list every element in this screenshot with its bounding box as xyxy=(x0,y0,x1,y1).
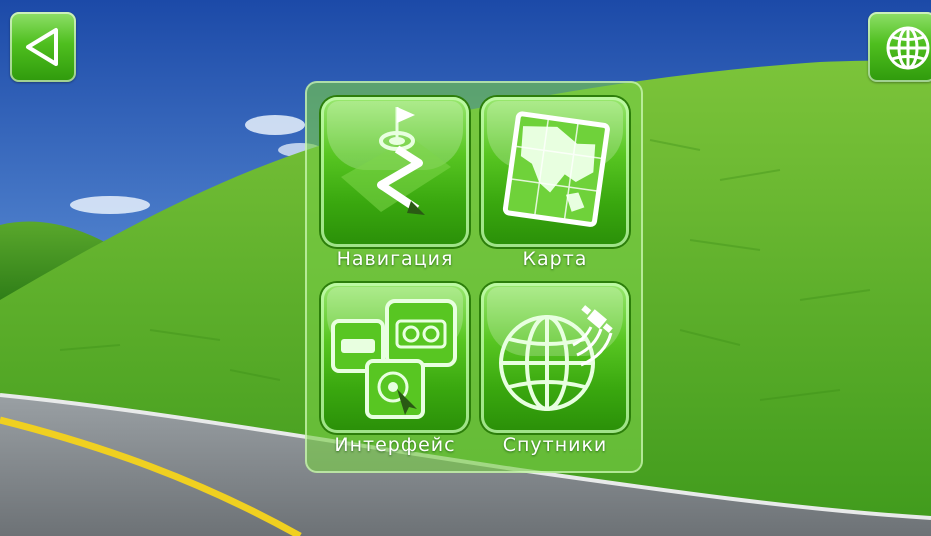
map-button[interactable] xyxy=(481,97,629,247)
navigation-button[interactable] xyxy=(321,97,469,247)
satellite-globe-icon xyxy=(499,305,613,411)
satellites-button[interactable] xyxy=(481,283,629,433)
navigation-route-icon xyxy=(341,107,451,215)
interface-button[interactable] xyxy=(321,283,469,433)
globe-icon xyxy=(886,26,930,70)
back-triangle-icon xyxy=(26,28,58,66)
map-label: Карта xyxy=(522,248,588,270)
satellites-label: Спутники xyxy=(502,434,608,456)
language-button[interactable] xyxy=(868,12,931,82)
navigation-label: Навигация xyxy=(336,248,454,270)
interface-label: Интерфейс xyxy=(334,434,456,456)
main-menu-screen: Навигация Карта Интерфейс Спутники xyxy=(0,0,931,536)
map-icon xyxy=(502,111,610,227)
back-button[interactable] xyxy=(10,12,76,82)
interface-settings-icon xyxy=(331,299,457,419)
main-menu-panel: Навигация Карта Интерфейс Спутники xyxy=(305,81,643,473)
